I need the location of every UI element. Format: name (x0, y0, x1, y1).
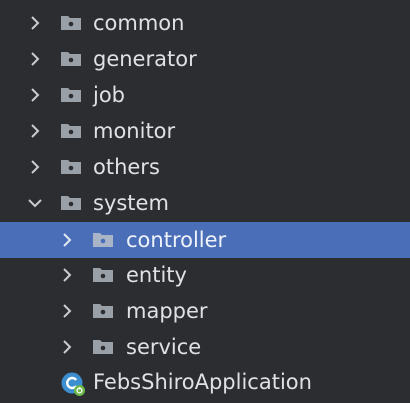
chevron-right-icon[interactable] (27, 159, 43, 175)
chevron-right-icon[interactable] (59, 232, 75, 248)
tree-node-label: monitor (93, 119, 176, 143)
tree-node-label: common (93, 11, 185, 35)
tree-node-febs-shiro-application[interactable]: FebsShiroApplication (0, 364, 410, 400)
package-folder-icon (93, 304, 113, 318)
tree-node-label: generator (93, 47, 197, 71)
tree-node-label: controller (126, 228, 227, 252)
chevron-right-icon[interactable] (59, 303, 75, 319)
package-folder-icon (93, 340, 113, 354)
tree-node-controller[interactable]: controller (0, 222, 410, 258)
chevron-right-icon[interactable] (27, 123, 43, 139)
tree-node-common[interactable]: common (0, 5, 410, 41)
tree-node-entity[interactable]: entity (0, 257, 410, 293)
package-folder-icon (93, 233, 113, 247)
package-folder-icon (61, 124, 81, 138)
tree-node-monitor[interactable]: monitor (0, 113, 410, 149)
tree-node-label: job (93, 83, 126, 107)
tree-node-job[interactable]: job (0, 77, 410, 113)
package-folder-icon (61, 88, 81, 102)
chevron-right-icon[interactable] (59, 267, 75, 283)
package-folder-icon (61, 16, 81, 30)
tree-node-label: system (93, 191, 169, 215)
tree-node-label: FebsShiroApplication (93, 370, 312, 394)
tree-node-service[interactable]: service (0, 329, 410, 365)
chevron-right-icon[interactable] (27, 87, 43, 103)
chevron-right-icon[interactable] (59, 339, 75, 355)
tree-node-label: service (126, 335, 202, 359)
package-folder-icon (61, 196, 81, 210)
spring-boot-class-icon (61, 372, 85, 396)
project-tree: common generator job monitor others syst… (0, 0, 410, 403)
tree-node-label: entity (126, 263, 187, 287)
chevron-down-icon[interactable] (27, 195, 43, 211)
package-folder-icon (61, 160, 81, 174)
tree-node-others[interactable]: others (0, 149, 410, 185)
tree-node-label: others (93, 155, 160, 179)
tree-node-label: mapper (126, 299, 208, 323)
tree-node-mapper[interactable]: mapper (0, 293, 410, 329)
chevron-right-icon[interactable] (27, 51, 43, 67)
tree-node-system[interactable]: system (0, 185, 410, 221)
chevron-right-icon[interactable] (27, 15, 43, 31)
package-folder-icon (93, 268, 113, 282)
package-folder-icon (61, 52, 81, 66)
tree-node-generator[interactable]: generator (0, 41, 410, 77)
